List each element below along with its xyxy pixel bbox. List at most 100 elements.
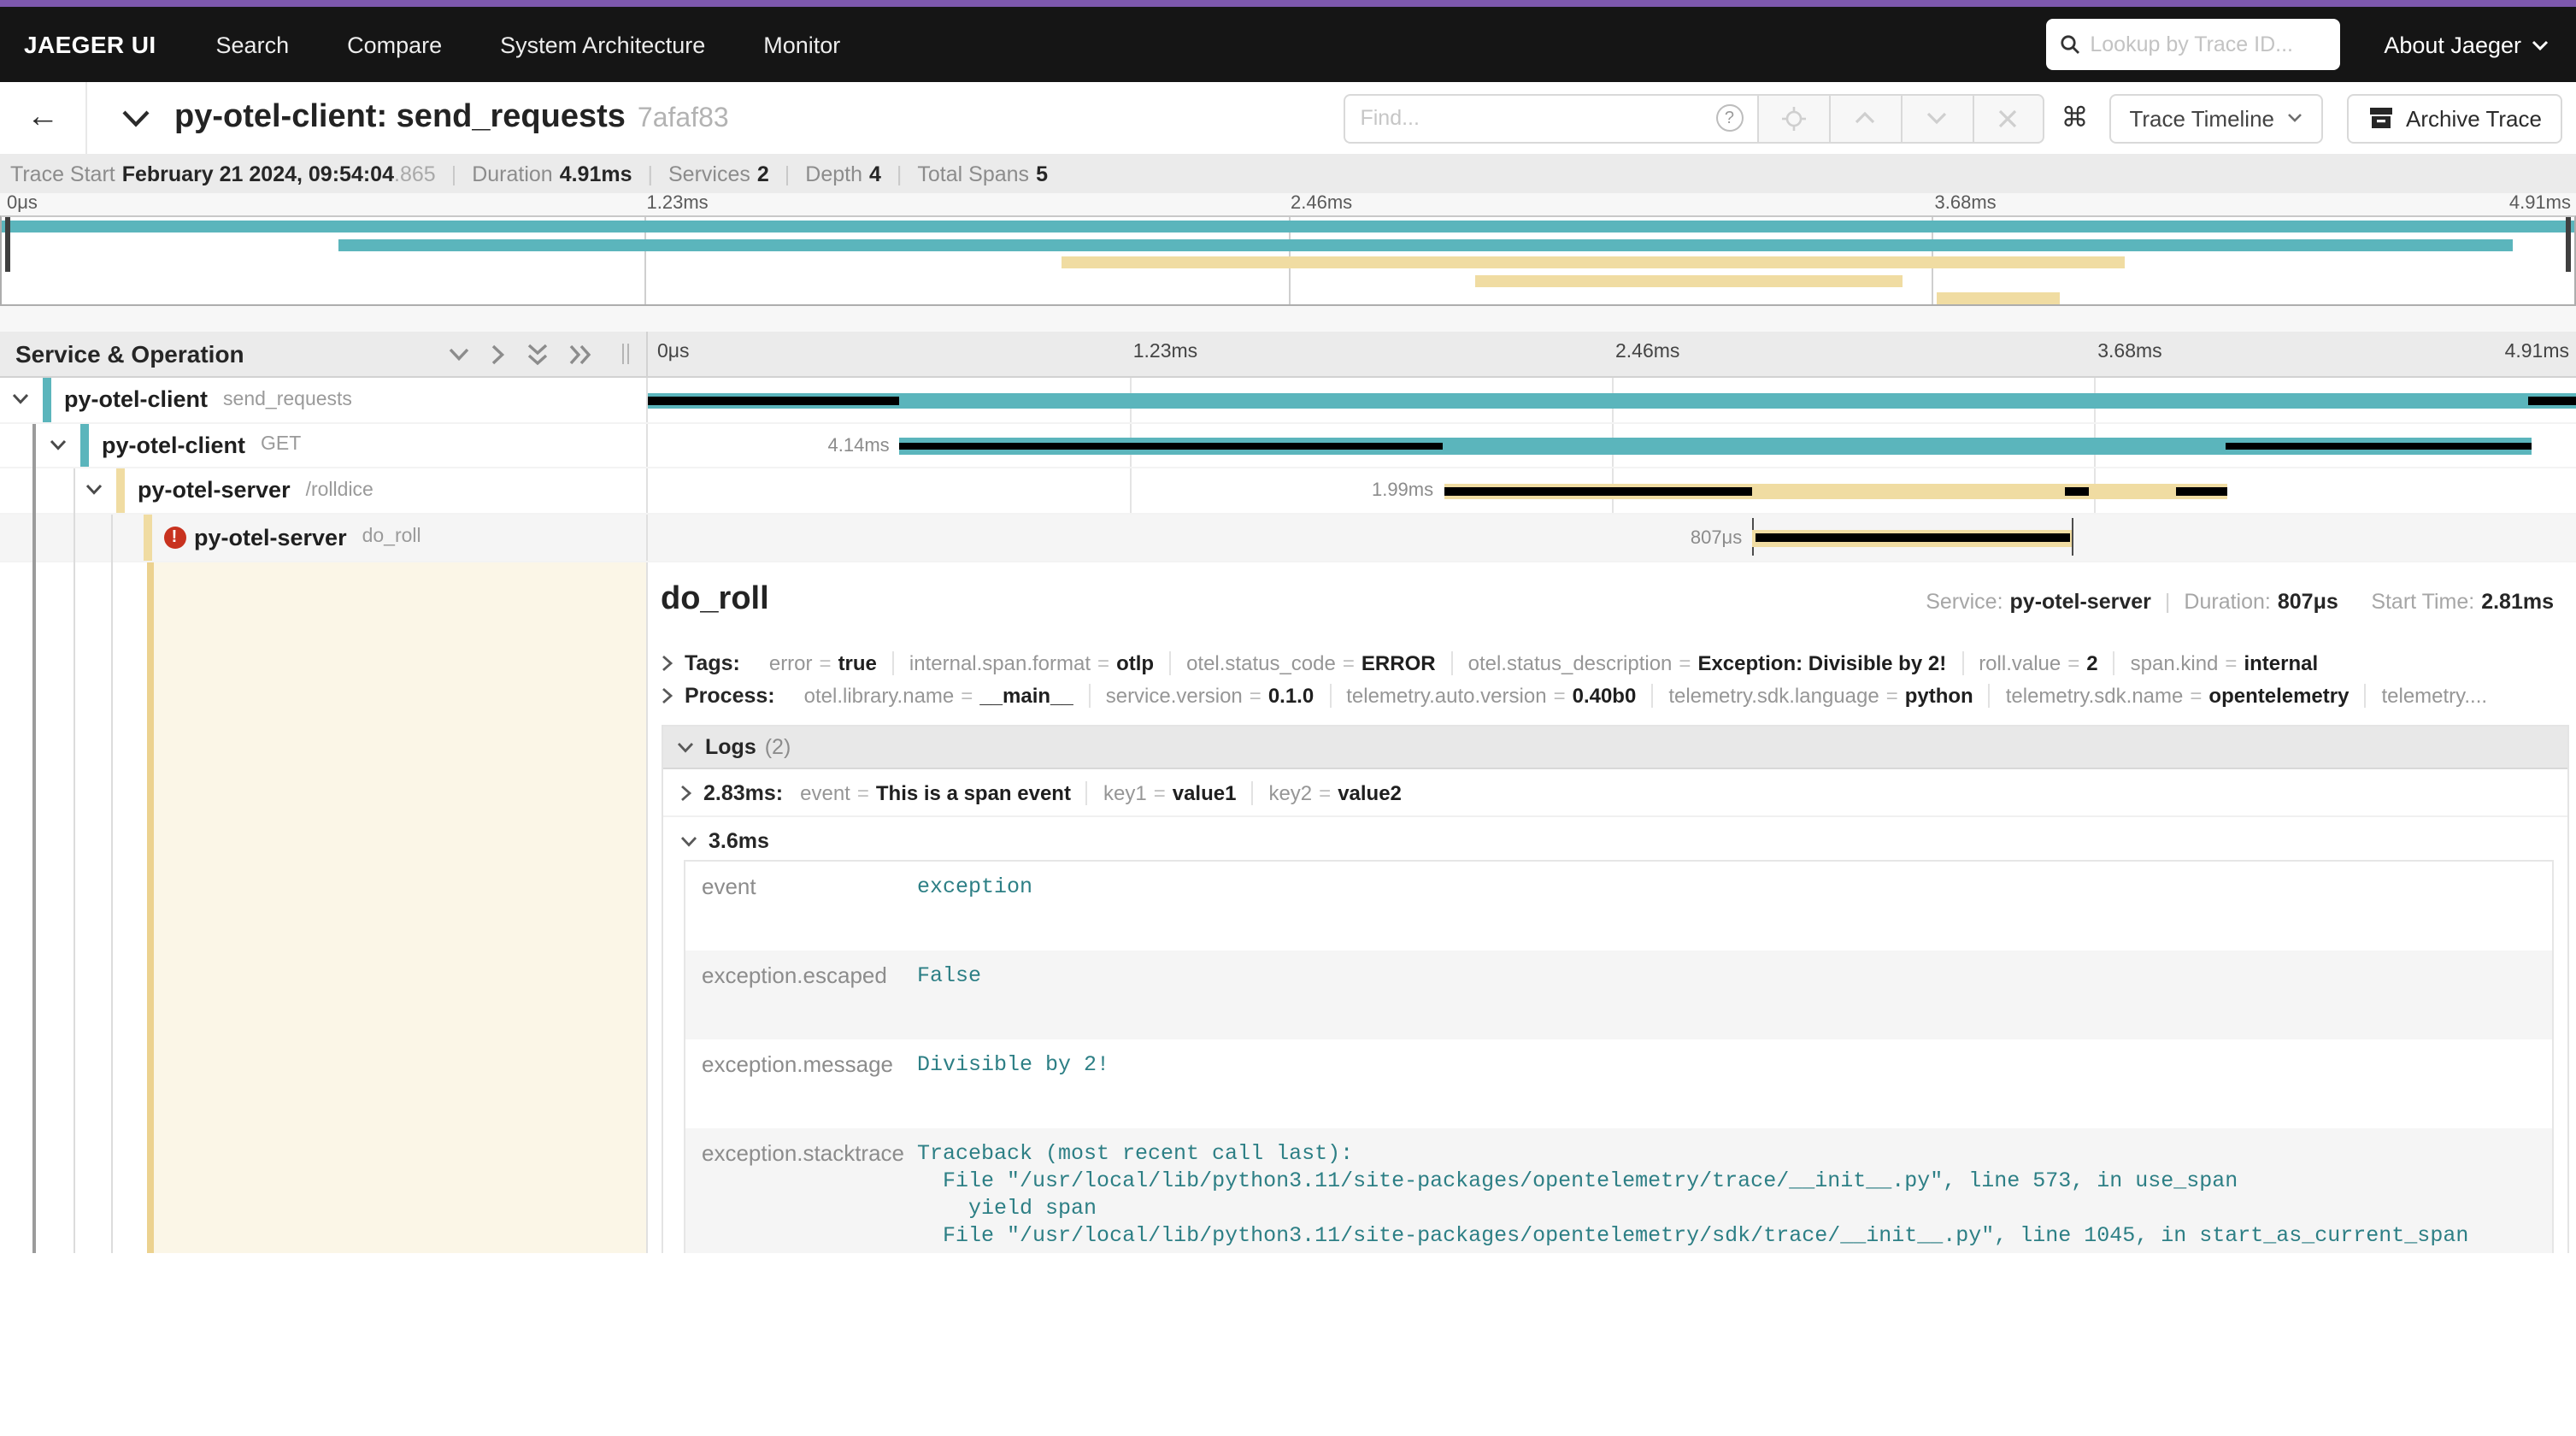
- depth-value: 4: [869, 162, 881, 185]
- trace-header: ← py-otel-client: send_requests7afaf83 ?: [0, 82, 2576, 154]
- nav-item-compare[interactable]: Compare: [318, 32, 471, 57]
- nav-item-search[interactable]: Search: [187, 32, 319, 57]
- kv-key: exception.stacktrace: [685, 1128, 917, 1252]
- span-row-rolldice[interactable]: py-otel-server /rolldice 1.99ms: [0, 468, 2576, 514]
- logs-count: (2): [765, 735, 791, 759]
- start-time-value: 2.81ms: [2481, 590, 2554, 614]
- nav-item-system-architecture[interactable]: System Architecture: [471, 32, 734, 57]
- kv-row: exception.message Divisible by 2!: [685, 1039, 2552, 1128]
- range-handle-left[interactable]: [5, 217, 10, 272]
- focus-match-button[interactable]: [1756, 93, 1828, 143]
- span-color-bar: [80, 423, 88, 467]
- chevron-right-icon: [679, 785, 691, 802]
- keyboard-shortcuts-button[interactable]: ⌘: [2061, 101, 2088, 135]
- top-accent-strip: [0, 0, 2576, 7]
- trace-id-input[interactable]: [2090, 32, 2326, 56]
- trace-id-lookup[interactable]: [2045, 19, 2339, 70]
- prev-match-button[interactable]: [1828, 93, 1900, 143]
- kv-value: False: [917, 950, 2552, 1039]
- archive-trace-button[interactable]: Archive Trace: [2346, 93, 2562, 143]
- span-row-get[interactable]: py-otel-client GET 4.14ms: [0, 423, 2576, 468]
- ruler-tick: 2.46ms: [1615, 342, 1679, 362]
- span-color-bar: [116, 468, 124, 512]
- depth-label: Depth: [805, 162, 862, 185]
- collapse-all-icon[interactable]: [526, 343, 548, 365]
- brand-logo[interactable]: JAEGER UI: [0, 31, 187, 58]
- minimap-span-bar: [1476, 274, 1903, 286]
- collapse-controls: [447, 343, 645, 365]
- chevron-down-icon: [676, 741, 693, 753]
- span-service: py-otel-server: [138, 478, 291, 503]
- span-duration-bar[interactable]: [1444, 483, 2226, 499]
- process-accordion[interactable]: Process: otel.library.name=__main__ serv…: [647, 682, 2576, 715]
- view-type-select[interactable]: Trace Timeline: [2108, 93, 2322, 143]
- tag-pill: span.kind=internal: [2115, 651, 2333, 675]
- span-operation: GET: [261, 435, 301, 456]
- trace-start-value: February 21 2024, 09:54:04: [122, 162, 394, 185]
- log-entry-expanded[interactable]: 3.6ms: [662, 817, 2567, 856]
- log-timestamp: 2.83ms:: [703, 781, 783, 805]
- detail-header: do_roll Service:py-otel-server | Duratio…: [647, 562, 2576, 629]
- nav-item-monitor[interactable]: Monitor: [734, 32, 869, 57]
- span-duration-label: 4.14ms: [828, 435, 900, 456]
- timeline-section-header: Service & Operation 0μs 1.23ms 2.46ms 3.…: [0, 332, 2576, 378]
- total-spans-label: Total Spans: [917, 162, 1029, 185]
- process-pill: service.version=0.1.0: [1091, 684, 1332, 708]
- span-row-do-roll[interactable]: ! py-otel-server do_roll 807μs: [0, 514, 2576, 562]
- chevron-right-icon: [661, 687, 673, 704]
- archive-trace-label: Archive Trace: [2406, 105, 2542, 131]
- expand-one-icon[interactable]: [490, 343, 505, 365]
- kv-key: exception.escaped: [685, 950, 917, 1039]
- ruler-tick: 0μs: [657, 342, 690, 362]
- chevron-down-icon: [2532, 38, 2549, 50]
- help-icon[interactable]: ?: [1715, 104, 1743, 132]
- expander-icon[interactable]: [12, 394, 31, 406]
- back-button[interactable]: ←: [0, 82, 87, 154]
- detail-span-name: do_roll: [661, 581, 769, 619]
- view-type-value: Trace Timeline: [2129, 105, 2274, 131]
- top-nav: JAEGER UI Search Compare System Architec…: [0, 7, 2576, 82]
- expander-icon[interactable]: [50, 439, 68, 451]
- kv-value: Traceback (most recent call last): File …: [917, 1128, 2552, 1252]
- kv-value: Divisible by 2!: [917, 1039, 2552, 1128]
- span-duration-bar[interactable]: [1752, 530, 2073, 546]
- logs-label: Logs: [705, 735, 756, 759]
- tag-pill: otel.status_code=ERROR: [1171, 651, 1453, 675]
- duration-label: Duration: [472, 162, 553, 185]
- timeline-minimap[interactable]: [0, 215, 2576, 306]
- about-jaeger-menu[interactable]: About Jaeger: [2384, 32, 2549, 57]
- process-pill: telemetry....: [2366, 684, 2502, 708]
- detail-row-highlight: [146, 562, 647, 1252]
- kv-key: event: [685, 862, 917, 950]
- span-row-send-requests[interactable]: py-otel-client send_requests: [0, 378, 2576, 423]
- collapse-one-icon[interactable]: [447, 346, 469, 362]
- column-resizer[interactable]: [621, 344, 632, 364]
- range-handle-right[interactable]: [2566, 217, 2571, 272]
- log-entry-collapsed[interactable]: 2.83ms: event=This is a span event key1=…: [662, 769, 2567, 817]
- divider: |: [897, 162, 903, 185]
- expander-icon[interactable]: [85, 485, 104, 497]
- back-arrow-icon: ←: [26, 99, 59, 137]
- chevron-right-icon: [661, 655, 673, 672]
- find-input[interactable]: [1344, 106, 1715, 130]
- archive-icon: [2367, 106, 2394, 130]
- service-value: py-otel-server: [2010, 590, 2151, 614]
- tag-pill: internal.span.format=otlp: [894, 651, 1171, 675]
- trace-collapse-toggle[interactable]: [121, 109, 150, 127]
- next-match-button[interactable]: [1900, 93, 1972, 143]
- log-kv-table: event exception exception.escaped False …: [683, 860, 2554, 1252]
- duration-value: 4.91ms: [560, 162, 632, 185]
- expand-all-icon[interactable]: [568, 343, 591, 365]
- about-jaeger-label: About Jaeger: [2384, 32, 2521, 57]
- clear-find-button[interactable]: [1972, 93, 2044, 143]
- process-pill: telemetry.sdk.language=python: [1653, 684, 1990, 708]
- process-pill: telemetry.sdk.name=opentelemetry: [1991, 684, 2367, 708]
- chevron-down-icon: [2286, 113, 2302, 123]
- span-duration-bar[interactable]: [647, 392, 2576, 409]
- tags-accordion[interactable]: Tags: error=true internal.span.format=ot…: [647, 644, 2576, 682]
- find-box[interactable]: ?: [1343, 93, 1756, 143]
- span-duration-bar[interactable]: [900, 438, 2532, 454]
- logs-accordion-header[interactable]: Logs (2): [662, 727, 2567, 769]
- span-service: py-otel-client: [102, 433, 245, 458]
- span-rows: py-otel-client send_requests py-otel-cli…: [0, 378, 2576, 562]
